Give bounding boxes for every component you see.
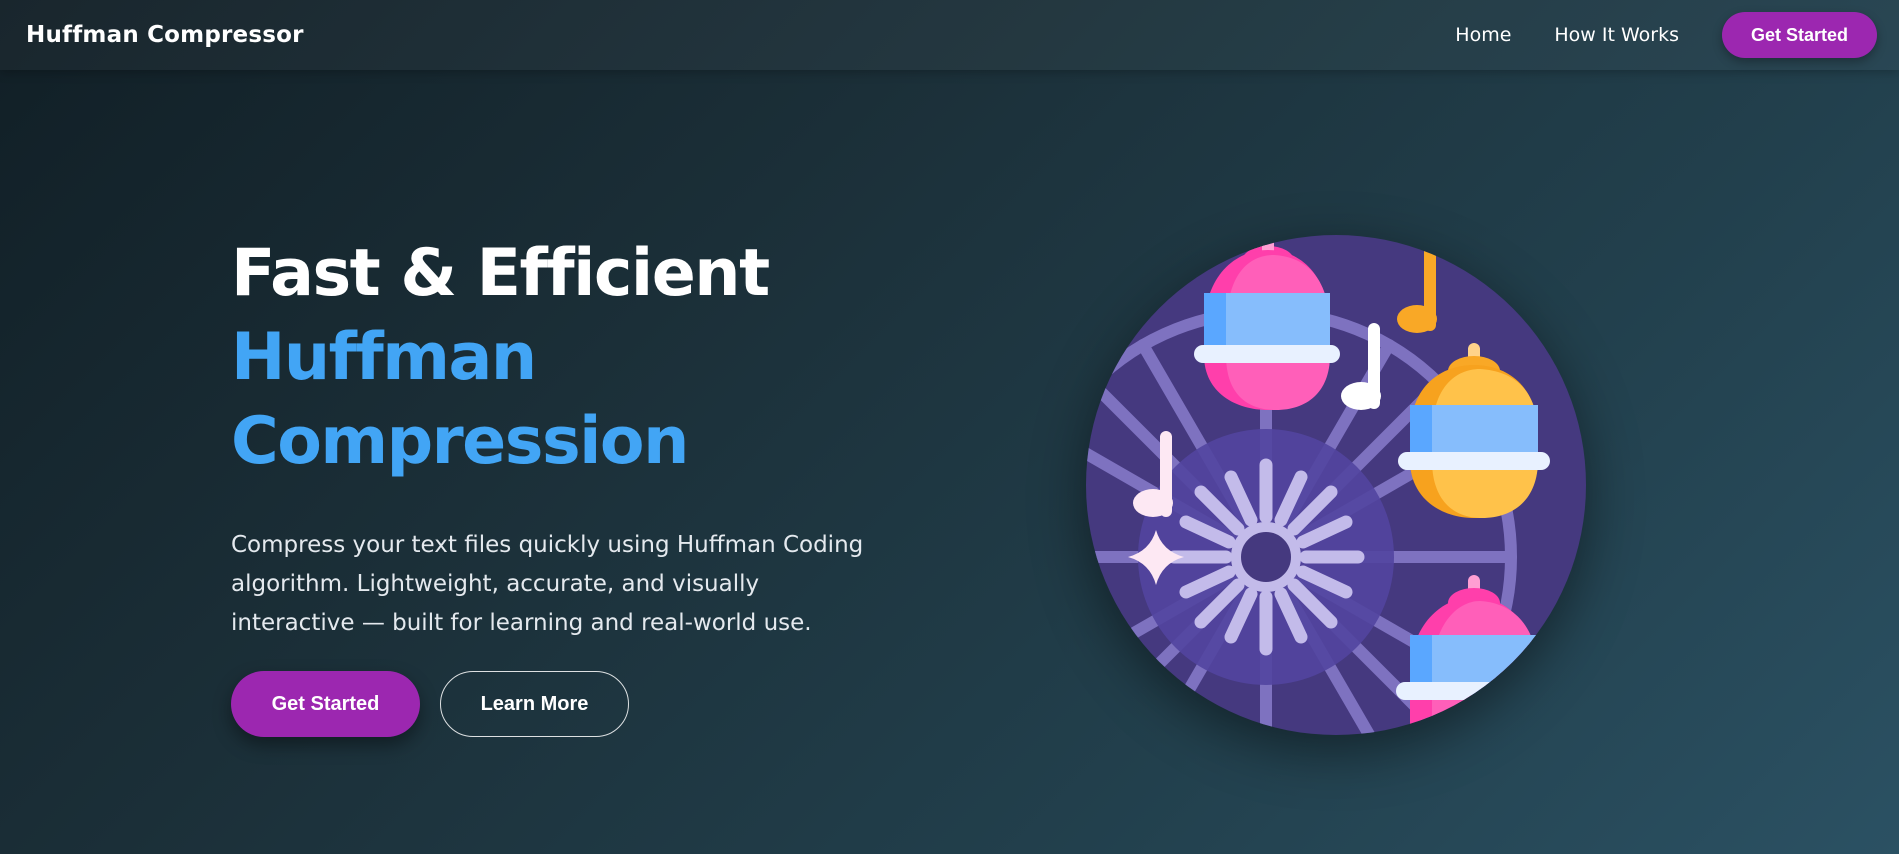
nav-get-started-button[interactable]: Get Started — [1722, 12, 1877, 58]
nav-link-home[interactable]: Home — [1455, 24, 1511, 46]
top-navbar: Huffman Compressor Home How It Works Get… — [0, 0, 1899, 70]
nav-links: Home How It Works Get Started — [1455, 12, 1877, 58]
hero-buttons: Get Started Learn More — [231, 671, 629, 737]
ferris-wheel-music-icon — [1086, 235, 1586, 735]
hero-text: Fast & Efficient Huffman Compression Com… — [231, 232, 891, 643]
hero-learn-more-button[interactable]: Learn More — [440, 671, 629, 737]
hero-headline: Fast & Efficient Huffman Compression — [231, 232, 891, 484]
headline-line-3: Compression — [231, 404, 689, 479]
headline-line-2: Huffman — [231, 320, 537, 395]
headline-line-1: Fast & Efficient — [231, 236, 770, 311]
brand-title[interactable]: Huffman Compressor — [26, 22, 304, 48]
hero-description: Compress your text files quickly using H… — [231, 532, 864, 636]
hero-get-started-button[interactable]: Get Started — [231, 671, 420, 737]
nav-link-how-it-works[interactable]: How It Works — [1554, 24, 1679, 46]
